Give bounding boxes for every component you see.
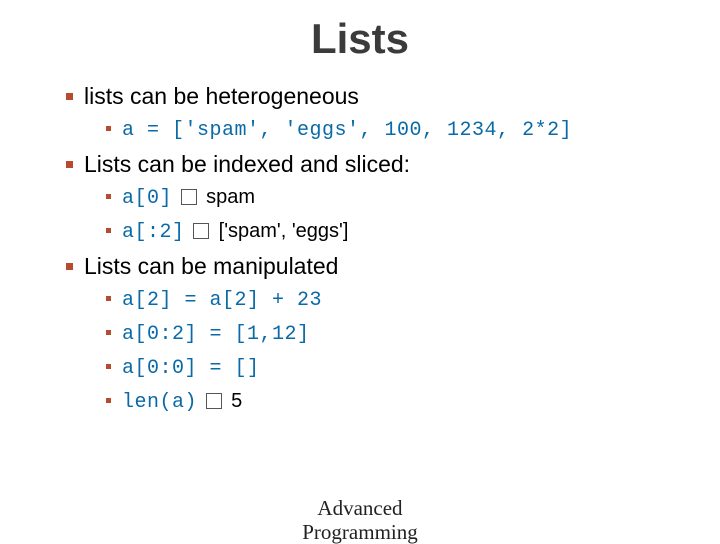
bullet-heterogeneous: lists can be heterogeneous a = ['spam', …: [66, 81, 680, 146]
code-text: a[:2]: [122, 221, 185, 244]
code-len: len(a) 5: [106, 386, 680, 418]
arrow-icon: [206, 393, 222, 409]
footer-line-2: Programming: [0, 520, 720, 544]
inner-list: a[0] spam a[:2] ['spam', 'eggs']: [84, 182, 680, 248]
code-text: a[0:2] = [1,12]: [122, 323, 310, 346]
bullet-manipulated: Lists can be manipulated a[2] = a[2] + 2…: [66, 251, 680, 418]
footer-line-1: Advanced: [0, 496, 720, 520]
output-text: 5: [226, 390, 243, 412]
code-text: a[0:0] = []: [122, 357, 260, 380]
arrow-icon: [193, 223, 209, 239]
inner-list: a[2] = a[2] + 23 a[0:2] = [1,12] a[0:0] …: [84, 284, 680, 418]
code-assign: a = ['spam', 'eggs', 100, 1234, 2*2]: [106, 114, 680, 146]
code-slice: a[:2] ['spam', 'eggs']: [106, 216, 680, 248]
code-index: a[0] spam: [106, 182, 680, 214]
arrow-icon: [181, 189, 197, 205]
code-text: a[2] = a[2] + 23: [122, 289, 322, 312]
code-text: a[0]: [122, 187, 172, 210]
bullet-text: Lists can be manipulated: [84, 253, 338, 279]
footer: Advanced Programming: [0, 496, 720, 544]
bullet-indexed-sliced: Lists can be indexed and sliced: a[0] sp…: [66, 149, 680, 248]
bullet-text: lists can be heterogeneous: [84, 83, 359, 109]
code-add: a[2] = a[2] + 23: [106, 284, 680, 316]
inner-list: a = ['spam', 'eggs', 100, 1234, 2*2]: [84, 114, 680, 146]
slide-title: Lists: [40, 15, 680, 63]
output-text: spam: [201, 186, 255, 208]
outer-list: lists can be heterogeneous a = ['spam', …: [40, 81, 680, 418]
code-text: len(a): [122, 391, 197, 414]
code-replace-slice: a[0:2] = [1,12]: [106, 318, 680, 350]
bullet-text: Lists can be indexed and sliced:: [84, 151, 410, 177]
output-text: ['spam', 'eggs']: [213, 220, 348, 242]
code-text: a = ['spam', 'eggs', 100, 1234, 2*2]: [122, 119, 572, 142]
code-insert-empty: a[0:0] = []: [106, 352, 680, 384]
